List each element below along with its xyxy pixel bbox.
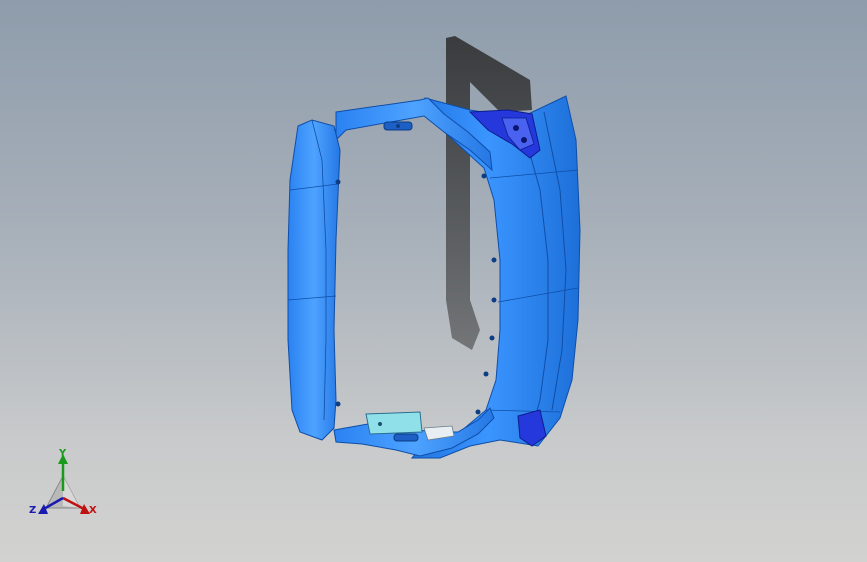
right-outer-panel[interactable] xyxy=(410,95,581,459)
y-axis-label: Y xyxy=(59,448,67,459)
left-side-panel[interactable] xyxy=(287,119,341,441)
z-arrowhead-icon xyxy=(38,504,48,514)
3d-model-view[interactable] xyxy=(0,0,867,562)
graphics-viewport[interactable]: Y X Z xyxy=(0,0,867,562)
x-axis-label: X xyxy=(89,505,97,516)
orientation-triad[interactable]: Y X Z xyxy=(22,446,108,526)
z-axis-label: Z xyxy=(29,505,37,516)
